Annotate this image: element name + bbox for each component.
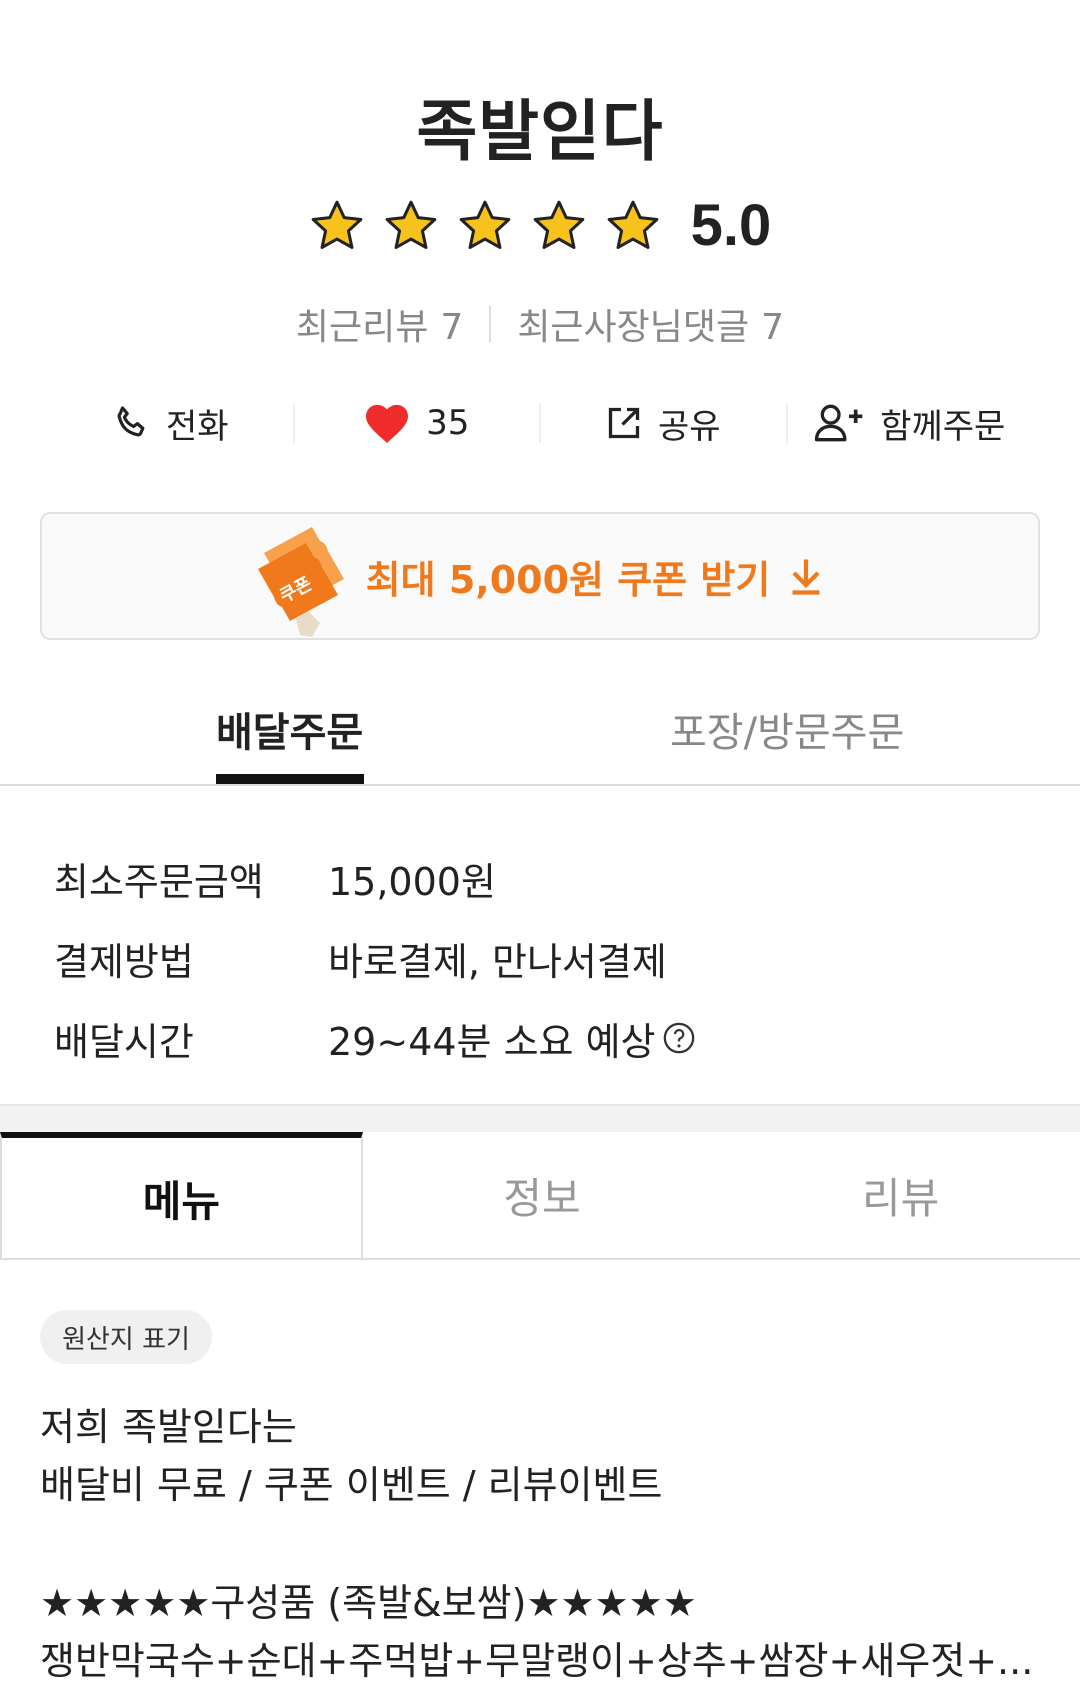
coupon-label: 최대 5,000원 쿠폰 받기 <box>365 557 771 602</box>
phone-icon <box>117 406 145 437</box>
star-icon <box>533 200 584 249</box>
star-rating <box>309 198 661 254</box>
tab-delivery-order[interactable]: 배달주문 <box>216 700 363 758</box>
group-order-button[interactable]: 함께주문 <box>788 388 1033 458</box>
tab-pickup-order[interactable]: 포장/방문주문 <box>670 700 904 758</box>
heart-icon <box>366 404 409 444</box>
recent-reviews-count: 7 <box>440 307 464 348</box>
star-icon <box>385 200 436 249</box>
owner-comments-link[interactable]: 최근사장님댓글 7 <box>517 298 784 350</box>
order-type-tabs: 배달주문 포장/방문주문 <box>0 690 1080 786</box>
info-label: 최소주문금액 <box>54 859 264 904</box>
info-label: 배달시간 <box>54 1019 194 1064</box>
tab-review[interactable]: 리뷰 <box>721 1132 1080 1258</box>
recent-reviews-link[interactable]: 최근리뷰 7 <box>296 298 463 350</box>
action-bar: 전화 35 공유 함께주문 <box>48 388 1032 458</box>
owner-comments-label: 최근사장님댓글 <box>517 307 750 348</box>
rating-row: 5.0 <box>0 192 1080 259</box>
tab-menu[interactable]: 메뉴 <box>0 1132 363 1258</box>
info-row-payment: 결제방법 바로결제, 만나서결제 <box>54 918 696 998</box>
star-icon <box>459 200 510 249</box>
store-title: 족발읻다 <box>416 93 664 170</box>
active-tab-indicator <box>216 774 364 784</box>
info-value: 29~44분 소요 예상 <box>328 1019 656 1064</box>
star-icon <box>311 200 362 249</box>
group-order-label: 함께주문 <box>880 406 1006 447</box>
info-value: 15,000원 <box>328 859 496 904</box>
likes-count: 35 <box>426 403 470 443</box>
delivery-info: 최소주문금액 15,000원 결제방법 바로결제, 만나서결제 배달시간 29~… <box>54 838 696 1078</box>
divider <box>489 306 492 342</box>
call-button[interactable]: 전화 <box>48 388 293 458</box>
description-line: 저희 족발읻다는 <box>40 1405 297 1449</box>
call-label: 전화 <box>165 406 229 447</box>
share-icon <box>608 407 640 439</box>
coupon-download-button[interactable]: 쿠폰 최대 5,000원 쿠폰 받기 <box>40 512 1040 640</box>
download-arrow-icon <box>792 559 820 595</box>
recent-reviews-label: 최근리뷰 <box>295 307 429 348</box>
info-label: 결제방법 <box>54 939 194 984</box>
share-label: 공유 <box>657 406 721 447</box>
owner-comments-count: 7 <box>761 307 785 348</box>
help-icon[interactable] <box>662 1021 696 1055</box>
info-value: 바로결제, 만나서결제 <box>328 939 667 984</box>
description-line: 쟁반막국수+순대+주먹밥+무말랭이+상추+쌈장+새우젓+... <box>40 1639 1034 1683</box>
info-row-delivery-time: 배달시간 29~44분 소요 예상 <box>54 998 696 1078</box>
main-tabs: 메뉴 정보 리뷰 <box>0 1132 1080 1260</box>
tab-info[interactable]: 정보 <box>363 1132 722 1258</box>
description-line: 배달비 무료 / 쿠폰 이벤트 / 리뷰이벤트 <box>40 1463 663 1507</box>
coupon-ticket-icon: 쿠폰 <box>257 527 344 637</box>
star-icon <box>607 200 658 249</box>
review-summary: 최근리뷰 7 최근사장님댓글 7 <box>0 298 1080 350</box>
info-row-min-order: 최소주문금액 15,000원 <box>54 838 696 918</box>
like-button[interactable]: 35 <box>295 388 540 458</box>
share-button[interactable]: 공유 <box>541 388 786 458</box>
add-person-icon <box>815 404 863 442</box>
description-line: ★★★★★구성품 (족발&보쌈)★★★★★ <box>40 1581 697 1625</box>
rating-value: 5.0 <box>690 193 772 258</box>
section-divider <box>0 1104 1080 1132</box>
origin-label-chip[interactable]: 원산지 표기 <box>40 1310 212 1364</box>
